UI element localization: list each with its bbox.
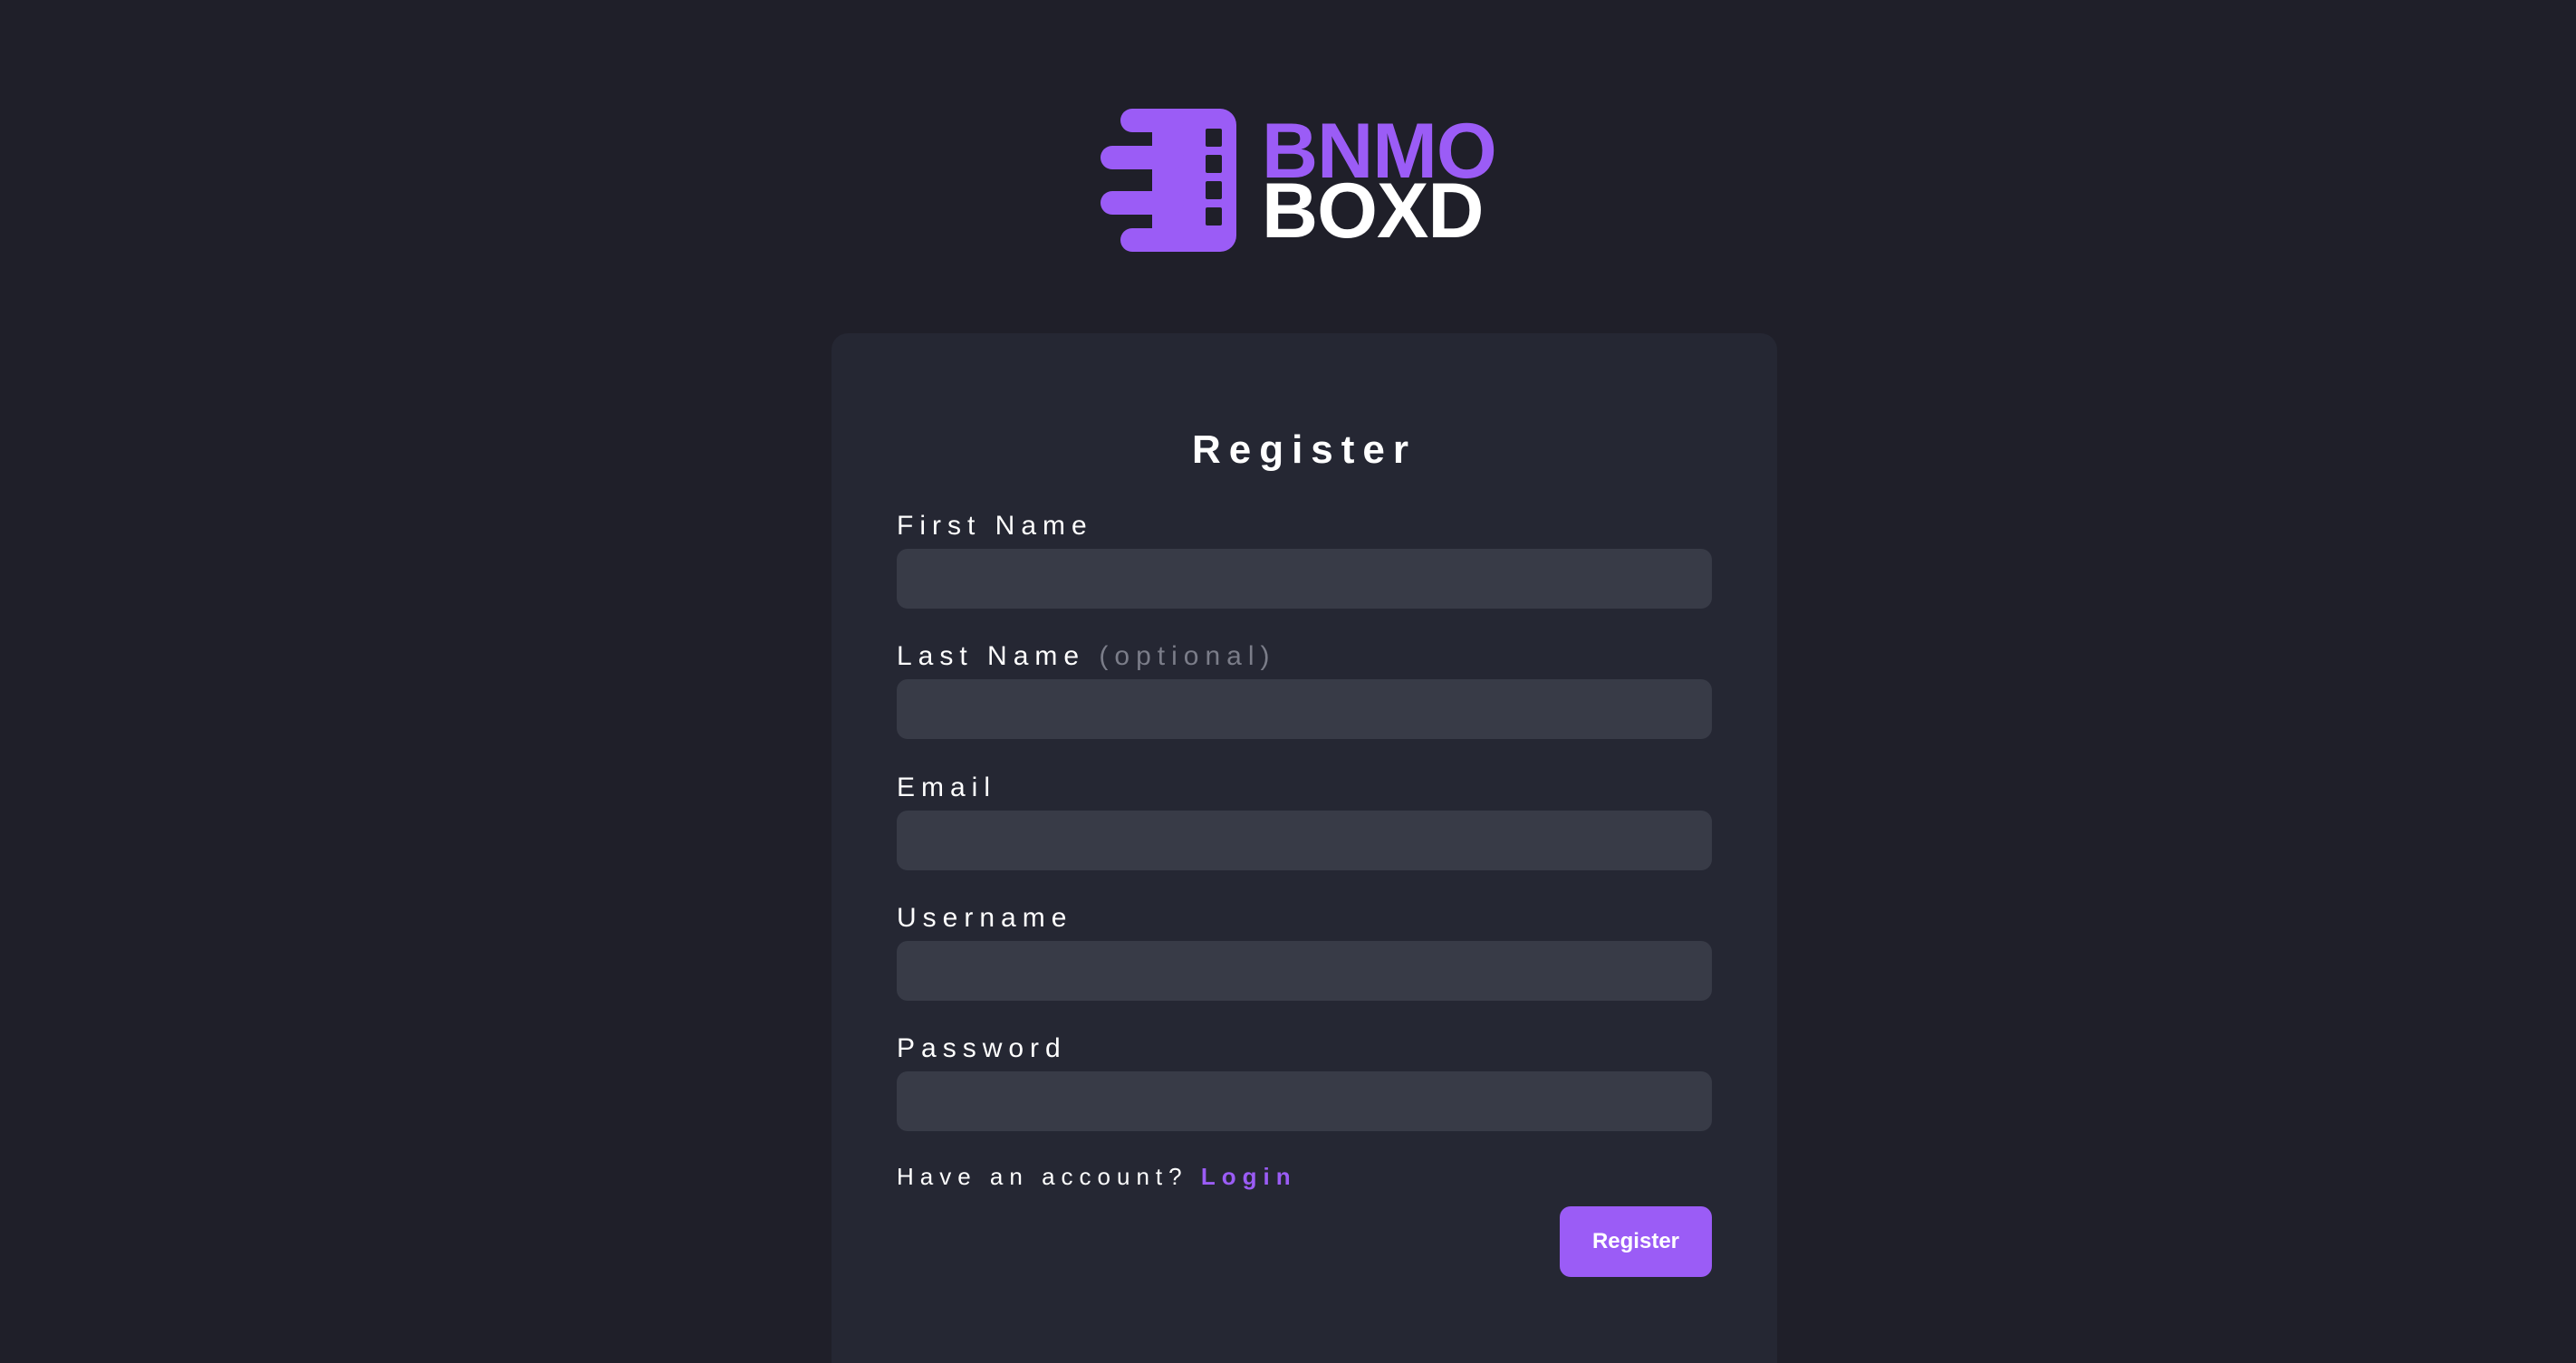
email-label: Email bbox=[897, 773, 996, 803]
password-label: Password bbox=[897, 1033, 1067, 1064]
password-label-text: Password bbox=[897, 1033, 1067, 1063]
optional-note: (optional) bbox=[1099, 641, 1276, 671]
account-prompt-text: Have an account? bbox=[897, 1163, 1188, 1190]
film-reel-icon bbox=[1101, 109, 1236, 252]
last-name-input[interactable] bbox=[897, 679, 1712, 739]
username-label: Username bbox=[897, 903, 1072, 934]
brand-logo: BNMO BOXD bbox=[1101, 107, 1499, 254]
last-name-label: Last Name (optional) bbox=[897, 641, 1276, 672]
email-label-text: Email bbox=[897, 773, 997, 802]
username-input[interactable] bbox=[897, 941, 1712, 1001]
username-label-text: Username bbox=[897, 903, 1073, 933]
last-name-label-text: Last Name bbox=[897, 641, 1086, 671]
register-form-card: Register First Name Last Name (optional)… bbox=[831, 333, 1777, 1363]
account-prompt: Have an account? Login bbox=[897, 1163, 1297, 1191]
register-page: BNMO BOXD Register First Name Last Name … bbox=[0, 0, 2576, 1363]
register-button[interactable]: Register bbox=[1560, 1206, 1712, 1277]
first-name-input[interactable] bbox=[897, 549, 1712, 609]
brand-name-bottom: BOXD bbox=[1262, 168, 1484, 254]
email-input[interactable] bbox=[897, 811, 1712, 870]
form-title: Register bbox=[1191, 427, 1418, 472]
login-link[interactable]: Login bbox=[1201, 1163, 1297, 1190]
password-input[interactable] bbox=[897, 1071, 1712, 1131]
first-name-label-text: First Name bbox=[897, 511, 1093, 541]
first-name-label: First Name bbox=[897, 511, 1093, 542]
